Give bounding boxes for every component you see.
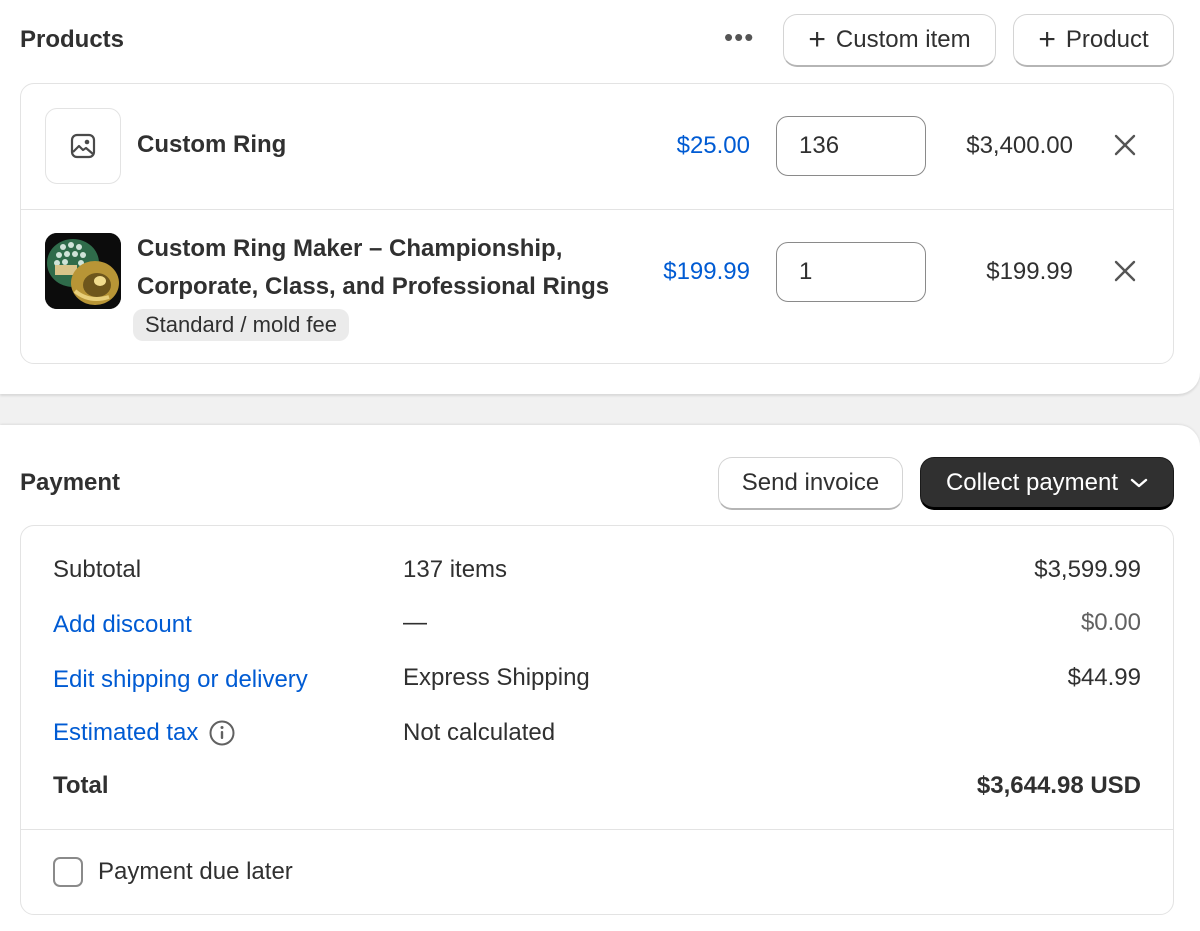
- variant-badge: Standard / mold fee: [133, 309, 350, 341]
- line-item-title-line-2[interactable]: Corporate, Class, and Professional Rings: [137, 268, 609, 306]
- add-discount-link[interactable]: Add discount: [53, 611, 192, 639]
- line-item-divider: [21, 209, 1173, 210]
- shipping-method: Express Shipping: [403, 664, 590, 691]
- send-invoice-button[interactable]: Send invoice: [718, 457, 903, 510]
- tax-detail: Not calculated: [403, 719, 556, 746]
- chevron-down-icon: [1130, 478, 1148, 487]
- products-card: Products ••• + Custom item + Product Cus…: [0, 0, 1200, 394]
- edit-shipping-link[interactable]: Edit shipping or delivery: [53, 666, 308, 694]
- more-actions-icon[interactable]: •••: [724, 22, 754, 53]
- total-amount: $3,644.98 USD: [976, 772, 1141, 799]
- estimated-tax-link[interactable]: Estimated tax: [53, 719, 236, 747]
- quantity-input[interactable]: [776, 242, 926, 302]
- championship-ring-thumbnail: [45, 233, 121, 309]
- add-product-label: Product: [1065, 26, 1149, 53]
- image-placeholder-icon: [45, 108, 121, 184]
- estimated-tax-label: Estimated tax: [53, 719, 199, 746]
- line-item-title-line-1[interactable]: Custom Ring Maker – Championship,: [137, 230, 562, 268]
- collect-payment-label: Collect payment: [945, 468, 1119, 496]
- plus-icon: +: [1038, 23, 1056, 56]
- ring-image: [45, 233, 121, 309]
- collect-payment-button[interactable]: Collect payment: [920, 457, 1174, 510]
- payment-card: Payment Send invoice Collect payment Sub…: [0, 425, 1200, 931]
- subtotal-amount: $3,599.99: [1034, 556, 1141, 583]
- remove-item-icon[interactable]: [1110, 256, 1140, 286]
- remove-item-icon[interactable]: [1110, 130, 1140, 160]
- line-item-total: $3,400.00: [966, 132, 1073, 159]
- line-item-total: $199.99: [986, 258, 1073, 285]
- line-item-title[interactable]: Custom Ring: [137, 126, 286, 164]
- payment-summary: Subtotal 137 items $3,599.99 Add discoun…: [20, 525, 1174, 915]
- discount-amount: $0.00: [1080, 609, 1141, 636]
- discount-detail: —: [403, 609, 427, 636]
- total-label: Total: [53, 772, 109, 799]
- plus-icon: +: [808, 23, 826, 56]
- subtotal-items: 137 items: [403, 556, 508, 583]
- payment-due-later-checkbox[interactable]: [53, 857, 83, 887]
- send-invoice-label: Send invoice: [741, 469, 880, 496]
- subtotal-label: Subtotal: [53, 556, 142, 583]
- image-placeholder-icon-svg: [70, 133, 96, 159]
- info-icon[interactable]: [208, 719, 236, 747]
- line-item-price[interactable]: $25.00: [677, 132, 750, 160]
- payment-title: Payment: [20, 469, 121, 496]
- shipping-amount: $44.99: [1067, 664, 1141, 691]
- custom-item-label: Custom item: [835, 26, 971, 53]
- line-items-list: Custom Ring $25.00 $3,400.00: [20, 83, 1174, 364]
- add-product-button[interactable]: + Product: [1013, 14, 1174, 67]
- summary-divider: [21, 829, 1173, 830]
- payment-due-later-label[interactable]: Payment due later: [98, 858, 293, 886]
- add-custom-item-button[interactable]: + Custom item: [783, 14, 996, 67]
- products-title: Products: [20, 26, 125, 53]
- line-item-price[interactable]: $199.99: [663, 258, 750, 286]
- quantity-input[interactable]: [776, 116, 926, 176]
